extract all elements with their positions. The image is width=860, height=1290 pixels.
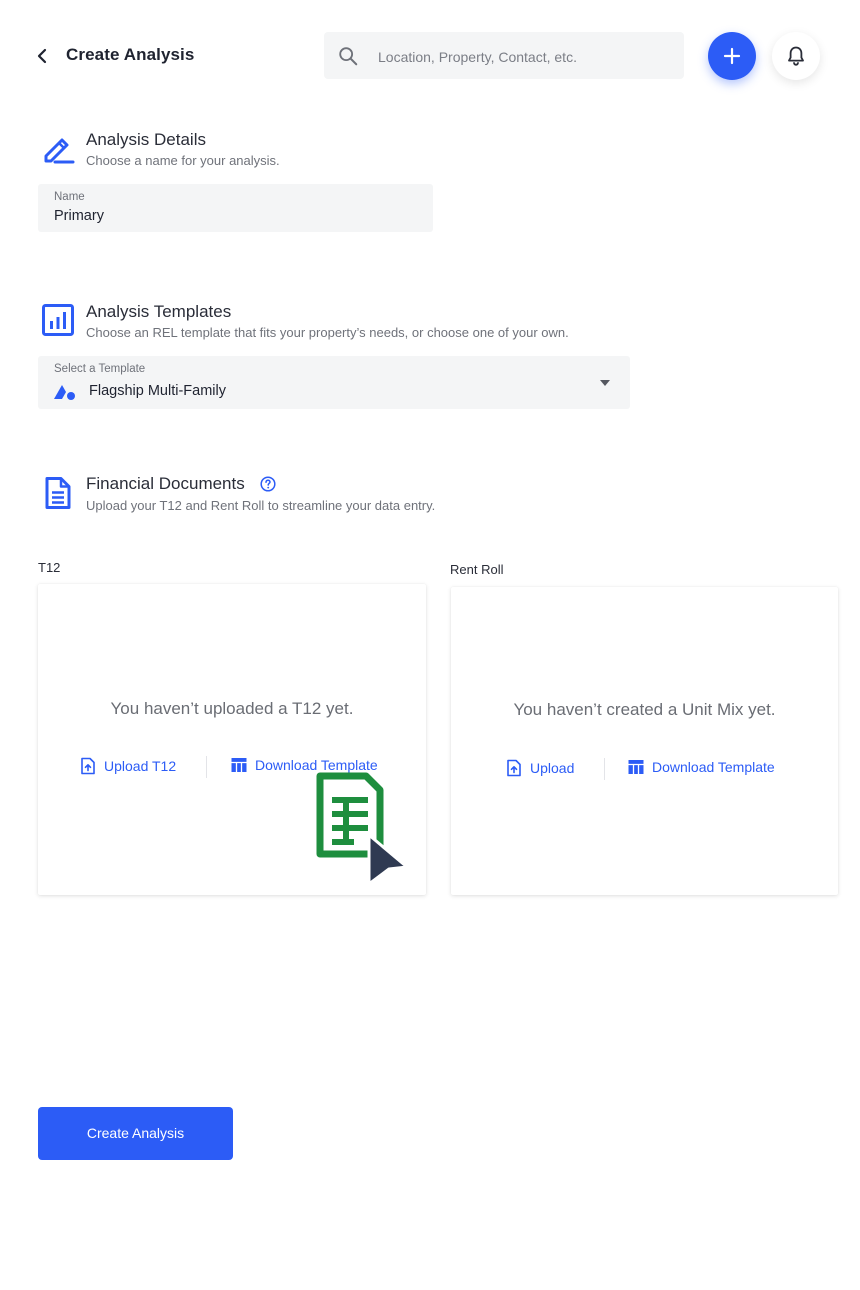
add-button[interactable] [708,32,756,80]
table-icon [628,760,644,774]
dropdown-arrow-icon[interactable] [599,379,611,387]
name-field-label: Name [54,191,85,203]
t12-label: T12 [38,560,61,575]
search-input[interactable] [376,32,676,81]
document-icon [40,475,76,511]
analysis-templates-subtitle: Choose an REL template that fits your pr… [86,325,569,340]
cursor-icon [367,833,409,886]
plus-icon [723,47,741,65]
rent-roll-download-template-label: Download Template [652,759,775,775]
brand-logo-icon [54,385,75,400]
name-field[interactable]: Name Primary [38,184,433,232]
page-title: Create Analysis [66,45,195,64]
financial-documents-subtitle: Upload your T12 and Rent Roll to streaml… [86,498,436,513]
analysis-details-title: Analysis Details [86,130,206,149]
template-selected-value: Flagship Multi-Family [89,383,226,399]
t12-download-template-label: Download Template [255,757,378,773]
template-select-label: Select a Template [54,363,146,375]
t12-empty-message: You haven’t uploaded a T12 yet. [110,699,354,718]
analysis-details-subtitle: Choose a name for your analysis. [86,153,280,168]
action-divider [604,758,605,780]
back-button[interactable] [30,44,54,68]
back-arrow-icon [37,48,47,64]
upload-t12-label: Upload T12 [104,758,177,774]
chart-icon [40,302,76,338]
template-select[interactable]: Select a Template Flagship Multi-Family [38,356,630,409]
upload-rent-roll-label: Upload [530,760,575,776]
rent-roll-empty-message: You haven’t created a Unit Mix yet. [513,700,776,719]
create-analysis-button[interactable]: Create Analysis [38,1107,233,1160]
table-icon [231,758,247,772]
notifications-button[interactable] [772,32,820,80]
search-bar[interactable] [324,32,684,81]
upload-icon [81,757,95,775]
upload-rent-roll-button[interactable]: Upload [506,759,574,777]
bell-icon [788,46,804,66]
financial-documents-title: Financial Documents [86,474,245,493]
rent-roll-label: Rent Roll [450,562,504,577]
name-field-value[interactable]: Primary [54,208,104,224]
rent-roll-download-template-button[interactable]: Download Template [628,759,775,775]
action-divider [206,756,207,778]
pencil-icon [40,132,76,168]
help-icon[interactable] [260,476,276,492]
upload-icon [507,759,521,777]
t12-download-template-button[interactable]: Download Template [231,757,378,773]
upload-t12-button[interactable]: Upload T12 [80,757,176,775]
search-icon [339,47,358,66]
rent-roll-upload-card[interactable]: You haven’t created a Unit Mix yet. Uplo… [451,587,838,895]
analysis-templates-title: Analysis Templates [86,302,232,321]
